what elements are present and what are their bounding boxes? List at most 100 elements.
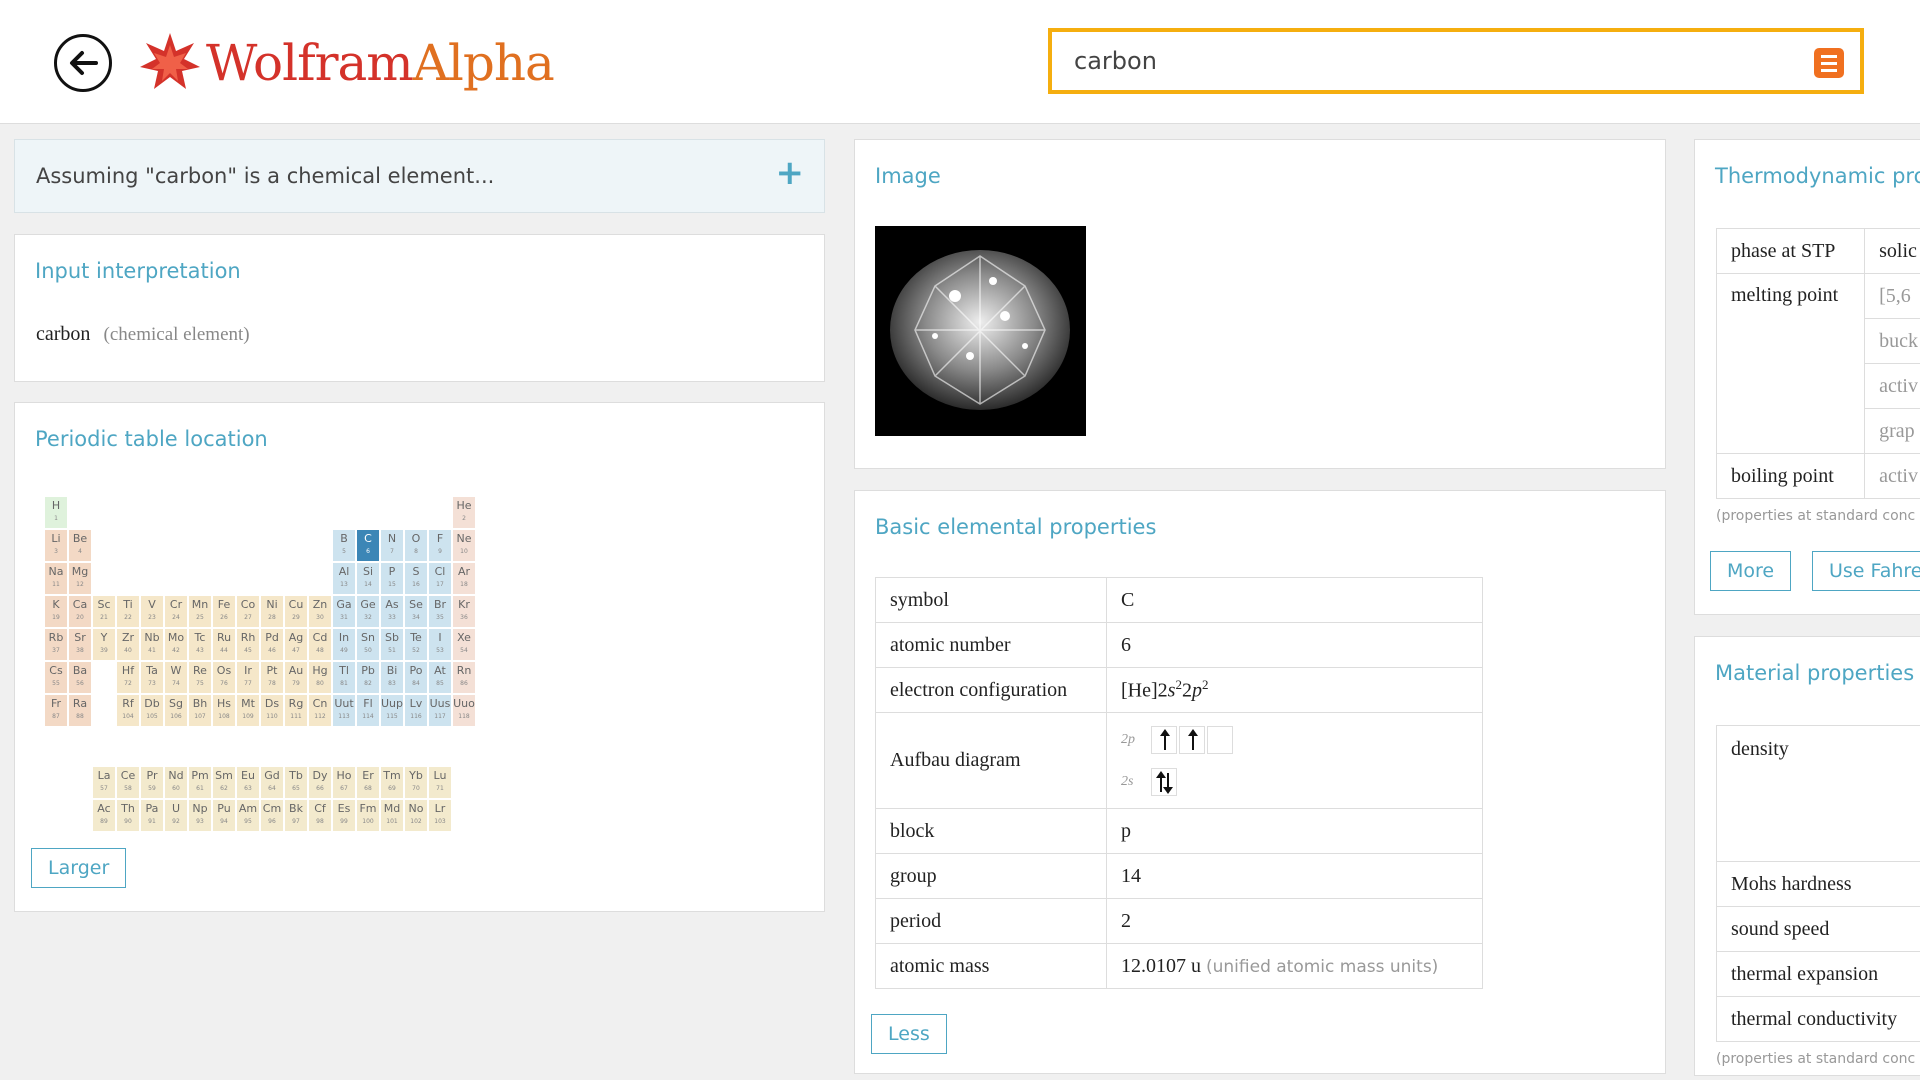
element-number: 103 [434,818,446,825]
element-symbol: Tc [194,631,206,644]
element-symbol: Nb [144,631,160,644]
assumption-bar[interactable]: Assuming "carbon" is a chemical element.… [14,139,825,213]
element-symbol: N [387,532,397,545]
more-button[interactable]: More [1710,551,1792,591]
table-row: melting point [5,6 [1715,273,1920,454]
less-button[interactable]: Less [871,1014,947,1054]
row-label: sound speed [1716,906,1920,952]
orbital-box [1207,725,1233,754]
element-symbol: Nd [168,769,184,782]
element-cell-cu: Cu 29 [285,596,308,628]
element-cell-dy: Dy 66 [309,767,332,799]
element-symbol: Er [362,769,374,782]
table-row: sound speed [1716,906,1920,952]
element-cell-o: O8 [405,530,428,562]
element-cell-yb: Yb 70 [405,767,428,799]
aufbau-row-2p: 2p [1121,725,1468,755]
element-number: 109 [242,713,254,720]
element-cell-na: Na 11 [45,563,68,595]
table-row: Mohs hardness [1716,861,1920,907]
row-label: atomic number [875,622,1107,668]
element-cell-hs: Hs 108 [213,695,236,727]
pod-title: Input interpretation [35,259,241,283]
element-symbol: Cn [312,697,328,710]
element-number: 75 [196,680,204,687]
element-symbol: V [148,598,156,611]
element-cell-tb: Tb 65 [285,767,308,799]
element-symbol: Hs [216,697,231,710]
element-number: 65 [292,785,300,792]
element-symbol: Hg [312,664,328,677]
use-fahrenheit-button[interactable]: Use Fahre [1812,551,1920,591]
element-number: 30 [316,614,324,621]
element-number: 25 [196,614,204,621]
element-symbol: Al [338,565,350,578]
element-symbol: Uup [381,697,404,710]
element-cell-fm: Fm 100 [357,800,380,832]
element-number: 94 [220,818,228,825]
element-cell-h: H1 [45,497,68,529]
wolfram-star-icon [140,33,200,89]
search-input[interactable] [1074,42,1794,80]
orbital-box [1151,767,1177,796]
material-pod: Material properties density Mohs hardnes… [1694,636,1920,1076]
element-number: 10 [460,548,468,555]
row-label: phase at STP [1715,228,1866,274]
element-number: 74 [172,680,180,687]
element-symbol: Mt [241,697,255,710]
element-cell-mt: Mt 109 [237,695,260,727]
atomic-mass-value: 12.0107 u [1121,954,1201,977]
element-cell-al: Al 13 [333,563,356,595]
element-symbol: Re [193,664,207,677]
element-symbol: Si [362,565,374,578]
element-cell-au: Au 79 [285,662,308,694]
element-number: 57 [100,785,108,792]
expand-plus-icon[interactable]: + [776,156,805,190]
config-n2: 2 [1181,679,1192,702]
element-symbol: As [385,598,399,611]
element-number: 110 [266,713,278,720]
element-cell-p: P 15 [381,563,404,595]
element-symbol: Cs [49,664,63,677]
row-value: p [1106,808,1483,854]
element-number: 11 [52,581,60,588]
interpretation-value: carbon (chemical element) [36,323,250,346]
element-symbol: Kr [458,598,470,611]
element-cell-u: U 92 [165,800,188,832]
element-number: 15 [388,581,396,588]
element-number: 71 [436,785,444,792]
element-cell-b: B5 [333,530,356,562]
element-symbol: O [411,532,421,545]
element-symbol: Ac [97,802,111,815]
element-symbol: Ce [120,769,136,782]
element-number: 47 [292,647,300,654]
element-symbol: F [436,532,444,545]
search-submit-button[interactable] [1814,48,1844,78]
periodic-table: H 1 He 2 Li 3 Be 4 B 5 C 6 N 7 O 8 F 9 Ne 10 Na 11 Mg 12 Al 13 Si 1… [45,497,485,832]
element-cell-as: As 33 [381,596,404,628]
element-number: 53 [436,647,444,654]
element-number: 40 [124,647,132,654]
element-number: 98 [316,818,324,825]
element-symbol: Np [192,802,208,815]
back-button[interactable] [54,34,112,92]
element-symbol: Uuo [453,697,475,710]
table-row: group 14 [875,853,1483,899]
thermodynamic-table: phase at STP solic melting point [5,6 bu… [1715,228,1920,499]
row-label: electron configuration [875,667,1107,713]
element-cell-kr: Kr 36 [453,596,476,628]
material-note: (properties at standard conc [1716,1051,1916,1067]
element-number: 90 [124,818,132,825]
element-number: 29 [292,614,300,621]
element-cell-cs: Cs 55 [45,662,68,694]
element-symbol: Sc [97,598,111,611]
config-prefix: [He] [1121,679,1158,702]
element-number: 20 [76,614,84,621]
element-number: 68 [364,785,372,792]
wolfram-alpha-logo[interactable]: WolframAlpha [138,28,555,98]
element-number: 85 [436,680,444,687]
larger-button[interactable]: Larger [31,848,127,888]
element-number: 23 [148,614,156,621]
element-number: 3 [54,548,58,555]
diamond-graphic [890,250,1070,410]
